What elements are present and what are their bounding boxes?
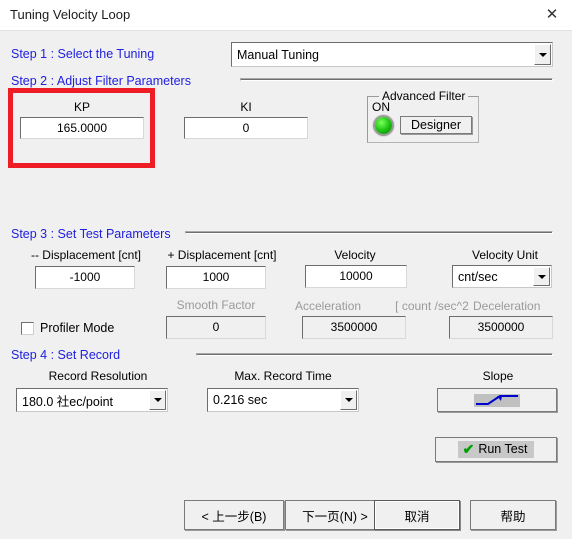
acceleration-input: 3500000: [302, 316, 406, 339]
step4-separator: [196, 353, 553, 356]
max-record-time-value: 0.216 sec: [213, 393, 268, 407]
profiler-mode-checkbox[interactable]: [21, 322, 34, 335]
accel-unit-label: [ count /sec^2: [395, 299, 469, 313]
smooth-factor-input: 0: [166, 316, 266, 339]
pos-displacement-label: + Displacement [cnt]: [167, 248, 277, 262]
ki-label: KI: [240, 100, 252, 114]
step3-label: Step 3 : Set Test Parameters: [11, 227, 171, 241]
help-button[interactable]: 帮助: [470, 500, 556, 530]
slope-button[interactable]: [437, 388, 557, 412]
window-title: Tuning Velocity Loop: [10, 7, 131, 22]
pos-displacement-input[interactable]: 1000: [166, 266, 266, 289]
profiler-mode-label[interactable]: Profiler Mode: [40, 321, 114, 335]
chevron-down-icon[interactable]: [340, 390, 357, 410]
record-resolution-value: 180.0 社ec/point: [22, 394, 114, 409]
kp-label: KP: [73, 100, 90, 114]
next-button-label: 下一页(N) >: [302, 509, 368, 524]
neg-displacement-input[interactable]: -1000: [35, 266, 135, 289]
cancel-button-label: 取消: [404, 509, 430, 524]
chevron-down-icon[interactable]: [149, 390, 166, 410]
green-check-icon: ✔: [462, 441, 475, 457]
back-button-label: < 上一步(B): [201, 509, 267, 524]
slope-label: Slope: [482, 369, 514, 383]
back-button[interactable]: < 上一步(B): [184, 500, 284, 530]
green-led-icon: [375, 117, 392, 134]
step2-separator: [240, 78, 553, 81]
designer-button-label: Designer: [410, 118, 462, 132]
cancel-button[interactable]: 取消: [374, 500, 460, 530]
advanced-filter-title: Advanced Filter: [379, 89, 469, 103]
record-resolution-select[interactable]: 180.0 社ec/point: [16, 388, 168, 412]
step4-label: Step 4 : Set Record: [11, 348, 121, 362]
tuning-mode-value: Manual Tuning: [237, 47, 320, 62]
run-test-label: Run Test: [478, 442, 528, 456]
designer-button[interactable]: Designer: [400, 116, 472, 134]
smooth-factor-label: Smooth Factor: [176, 298, 256, 312]
step3-separator: [185, 231, 553, 234]
title-bar: Tuning Velocity Loop ✕: [0, 0, 572, 31]
kp-input[interactable]: 165.0000: [20, 117, 144, 139]
close-icon[interactable]: ✕: [538, 3, 566, 27]
velocity-unit-select[interactable]: cnt/sec: [452, 265, 552, 288]
max-record-time-select[interactable]: 0.216 sec: [207, 388, 359, 412]
deceleration-input: 3500000: [449, 316, 553, 339]
velocity-unit-value: cnt/sec: [458, 269, 498, 284]
ki-input[interactable]: 0: [184, 117, 308, 139]
slope-waveform-icon: [474, 393, 520, 407]
chevron-down-icon[interactable]: [533, 267, 550, 286]
neg-displacement-label: -- Displacement [cnt]: [30, 248, 142, 262]
chevron-down-icon[interactable]: [534, 44, 551, 65]
advanced-filter-state: ON: [372, 100, 390, 114]
next-button[interactable]: 下一页(N) >: [285, 500, 385, 530]
velocity-label: Velocity: [334, 248, 376, 262]
advanced-filter-group: Advanced Filter ON Designer: [367, 89, 479, 143]
tuning-velocity-loop-dialog: Tuning Velocity Loop ✕ Step 1 : Select t…: [0, 0, 572, 539]
help-button-label: 帮助: [500, 509, 526, 524]
tuning-mode-select[interactable]: Manual Tuning: [231, 42, 553, 67]
run-test-button[interactable]: ✔ Run Test: [435, 437, 557, 462]
step1-label: Step 1 : Select the Tuning: [11, 47, 155, 61]
velocity-unit-label: Velocity Unit: [471, 248, 539, 262]
step2-label: Step 2 : Adjust Filter Parameters: [11, 74, 191, 88]
deceleration-label: Deceleration: [473, 299, 541, 313]
max-record-time-label: Max. Record Time: [234, 369, 332, 383]
velocity-input[interactable]: 10000: [305, 265, 407, 288]
acceleration-label: Acceleration: [295, 299, 362, 313]
record-resolution-label: Record Resolution: [48, 369, 148, 383]
